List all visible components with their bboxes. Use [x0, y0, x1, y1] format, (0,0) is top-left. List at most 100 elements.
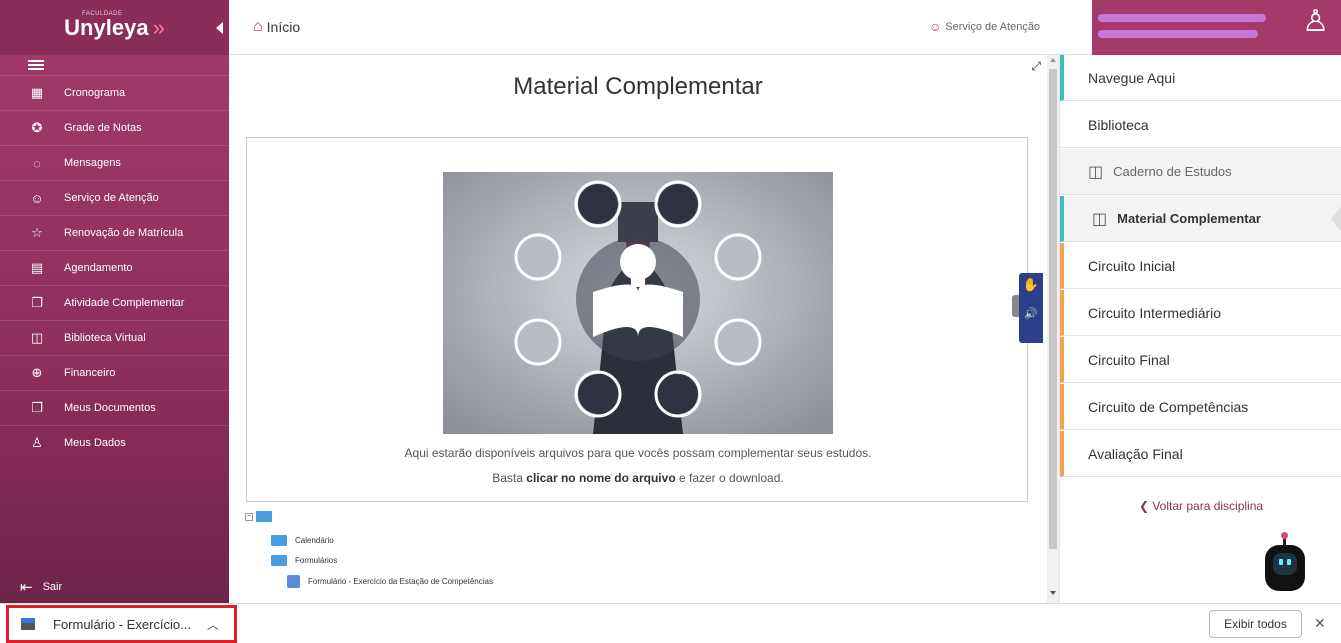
expand-icon[interactable]: ⤢	[1031, 59, 1041, 74]
file-icon	[287, 575, 300, 588]
sidebar-item-financeiro[interactable]: ⊕ Financeiro	[0, 355, 229, 390]
exit-button[interactable]: ⇤ Sair	[20, 578, 62, 596]
nav-material-complementar[interactable]: ◫ Material Complementar	[1060, 196, 1341, 242]
nav-label: Biblioteca	[1088, 116, 1149, 133]
hero-image	[443, 172, 833, 434]
user-menu[interactable]: ♙	[1092, 0, 1341, 55]
sidebar-item-label: Meus Dados	[64, 437, 126, 449]
page-title: Material Complementar	[513, 73, 763, 100]
nav-circuito-intermediario[interactable]: Circuito Intermediário	[1060, 290, 1341, 336]
sidebar-item-label: Financeiro	[64, 367, 116, 379]
star-icon: ☆	[31, 225, 43, 240]
sidebar-item-meus-documentos[interactable]: ❐ Meus Documentos	[0, 390, 229, 425]
folder-label: Formulários	[295, 556, 338, 565]
tree-file[interactable]: Formulário - Exercício da Estação de Com…	[287, 575, 493, 588]
calendar-grid-icon: ▤	[30, 260, 44, 275]
sidebar-item-biblioteca-virtual[interactable]: ◫ Biblioteca Virtual	[0, 320, 229, 355]
folder-icon	[271, 555, 287, 566]
sidebar-item-servico-de-atencao[interactable]: ☺ Serviço de Atenção	[0, 180, 229, 215]
sidebar-item-label: Meus Documentos	[64, 402, 156, 414]
sidebar-item-mensagens[interactable]: ◌ Mensagens	[0, 145, 229, 180]
money-icon: ⊕	[31, 365, 43, 380]
logo-text: Unyleya	[64, 14, 149, 40]
robot-eye	[1287, 559, 1291, 565]
hamburger-icon[interactable]	[28, 60, 44, 70]
logo[interactable]: FACULDADE Unyleya »	[0, 0, 229, 55]
sidebar-item-label: Serviço de Atenção	[64, 192, 159, 204]
app: FACULDADE Unyleya » ▦ Cronograma ✪ Grade…	[0, 0, 1341, 643]
sidebar-item-renovacao-de-matricula[interactable]: ☆ Renovação de Matrícula	[0, 215, 229, 250]
instruction-bold: clicar no nome do arquivo	[526, 471, 676, 485]
chevron-left-icon: ❮	[1138, 499, 1153, 513]
service-link[interactable]: ☺ Serviço de Atenção	[929, 20, 1040, 34]
book-icon: ◫	[1092, 210, 1108, 228]
instruction-post: e fazer o download.	[675, 471, 784, 485]
folder-label: Calendário	[295, 536, 334, 545]
file-icon	[21, 618, 35, 630]
collapse-sidebar-icon[interactable]	[216, 22, 223, 34]
sidebar-item-label: Biblioteca Virtual	[64, 332, 146, 344]
sidebar-item-cronograma[interactable]: ▦ Cronograma	[0, 75, 229, 110]
documents-icon: ❐	[31, 400, 43, 415]
scroll-up-icon[interactable]	[1050, 58, 1056, 62]
back-to-course-link[interactable]: ❮ Voltar para disciplina	[1060, 499, 1341, 513]
chatbot-icon[interactable]	[1263, 532, 1307, 595]
nav-avaliacao-final[interactable]: Avaliação Final	[1060, 431, 1341, 477]
tree-folder-calendario[interactable]: Calendário	[271, 535, 334, 546]
home-link[interactable]: ⌂ Início	[253, 18, 300, 36]
nav-circuito-inicial[interactable]: Circuito Inicial	[1060, 243, 1341, 289]
folder-icon	[271, 535, 287, 546]
sidebar: FACULDADE Unyleya » ▦ Cronograma ✪ Grade…	[0, 0, 229, 603]
scrollbar-thumb[interactable]	[1049, 69, 1057, 549]
file-label: Formulário - Exercício da Estação de Com…	[308, 577, 493, 586]
nav-label: Navegue Aqui	[1088, 69, 1176, 86]
collapse-icon[interactable]: −	[245, 512, 253, 521]
chevron-up-icon[interactable]: ︿	[207, 616, 219, 633]
audio-icon[interactable]: 🔊	[1019, 307, 1043, 320]
robot-face	[1273, 553, 1297, 575]
sidebar-item-label: Atividade Complementar	[64, 297, 185, 309]
sidebar-item-label: Agendamento	[64, 262, 133, 274]
sidebar-item-label: Cronograma	[64, 87, 126, 99]
instruction-pre: Basta	[492, 471, 527, 485]
download-item[interactable]: Formulário - Exercício... ︿	[6, 605, 237, 643]
support-chat-icon: ☺	[929, 20, 942, 34]
scroll-down-icon[interactable]	[1050, 591, 1056, 595]
sidebar-item-label: Mensagens	[64, 157, 121, 169]
vertical-scrollbar[interactable]	[1047, 55, 1059, 603]
book-icon: ◫	[30, 330, 44, 345]
menu-toggle[interactable]	[0, 55, 229, 75]
sidebar-item-atividade-complementar[interactable]: ❐ Atividade Complementar	[0, 285, 229, 320]
sidebar-item-label: Renovação de Matrícula	[64, 227, 184, 239]
avatar-icon[interactable]: ♙	[1302, 4, 1329, 39]
user-email-redacted	[1098, 30, 1258, 38]
nav-label: Circuito Inicial	[1088, 257, 1176, 274]
topbar: ⌂ Início ☺ Serviço de Atenção ♙	[229, 0, 1341, 55]
active-pointer	[1331, 207, 1341, 231]
tree-folder-formularios[interactable]: Formulários	[271, 555, 337, 566]
sidebar-item-grade-de-notas[interactable]: ✪ Grade de Notas	[0, 110, 229, 145]
right-panel: Navegue Aqui Biblioteca ◫ Caderno de Est…	[1059, 55, 1341, 603]
back-label: Voltar para disciplina	[1152, 499, 1264, 513]
chat-icon: ◌	[33, 155, 41, 171]
nav-label: Caderno de Estudos	[1113, 164, 1232, 179]
main-content: Material Complementar ⤢ Aqui estarão dis…	[229, 55, 1047, 603]
sign-language-icon[interactable]: ✋	[1019, 277, 1043, 293]
show-all-button[interactable]: Exibir todos	[1209, 610, 1302, 638]
tree-root[interactable]: −	[245, 511, 280, 522]
accessibility-widget[interactable]: ✋ 🔊	[1019, 273, 1043, 343]
content-box: Aqui estarão disponíveis arquivos para q…	[246, 137, 1028, 502]
user-icon: ♙	[31, 435, 43, 450]
nav-caderno-de-estudos[interactable]: ◫ Caderno de Estudos	[1060, 149, 1341, 195]
close-icon[interactable]: ✕	[1314, 615, 1326, 632]
nav-circuito-de-competencias[interactable]: Circuito de Competências	[1060, 384, 1341, 430]
logo-small-text: FACULDADE	[82, 11, 123, 17]
calendar-icon: ▦	[30, 85, 44, 100]
nav-label: Avaliação Final	[1088, 445, 1183, 462]
robot-head	[1265, 545, 1305, 591]
nav-navegue-aqui[interactable]: Navegue Aqui	[1060, 55, 1341, 101]
sidebar-item-agendamento[interactable]: ▤ Agendamento	[0, 250, 229, 285]
sidebar-item-meus-dados[interactable]: ♙ Meus Dados	[0, 425, 229, 460]
nav-circuito-final[interactable]: Circuito Final	[1060, 337, 1341, 383]
nav-biblioteca[interactable]: Biblioteca	[1060, 102, 1341, 148]
